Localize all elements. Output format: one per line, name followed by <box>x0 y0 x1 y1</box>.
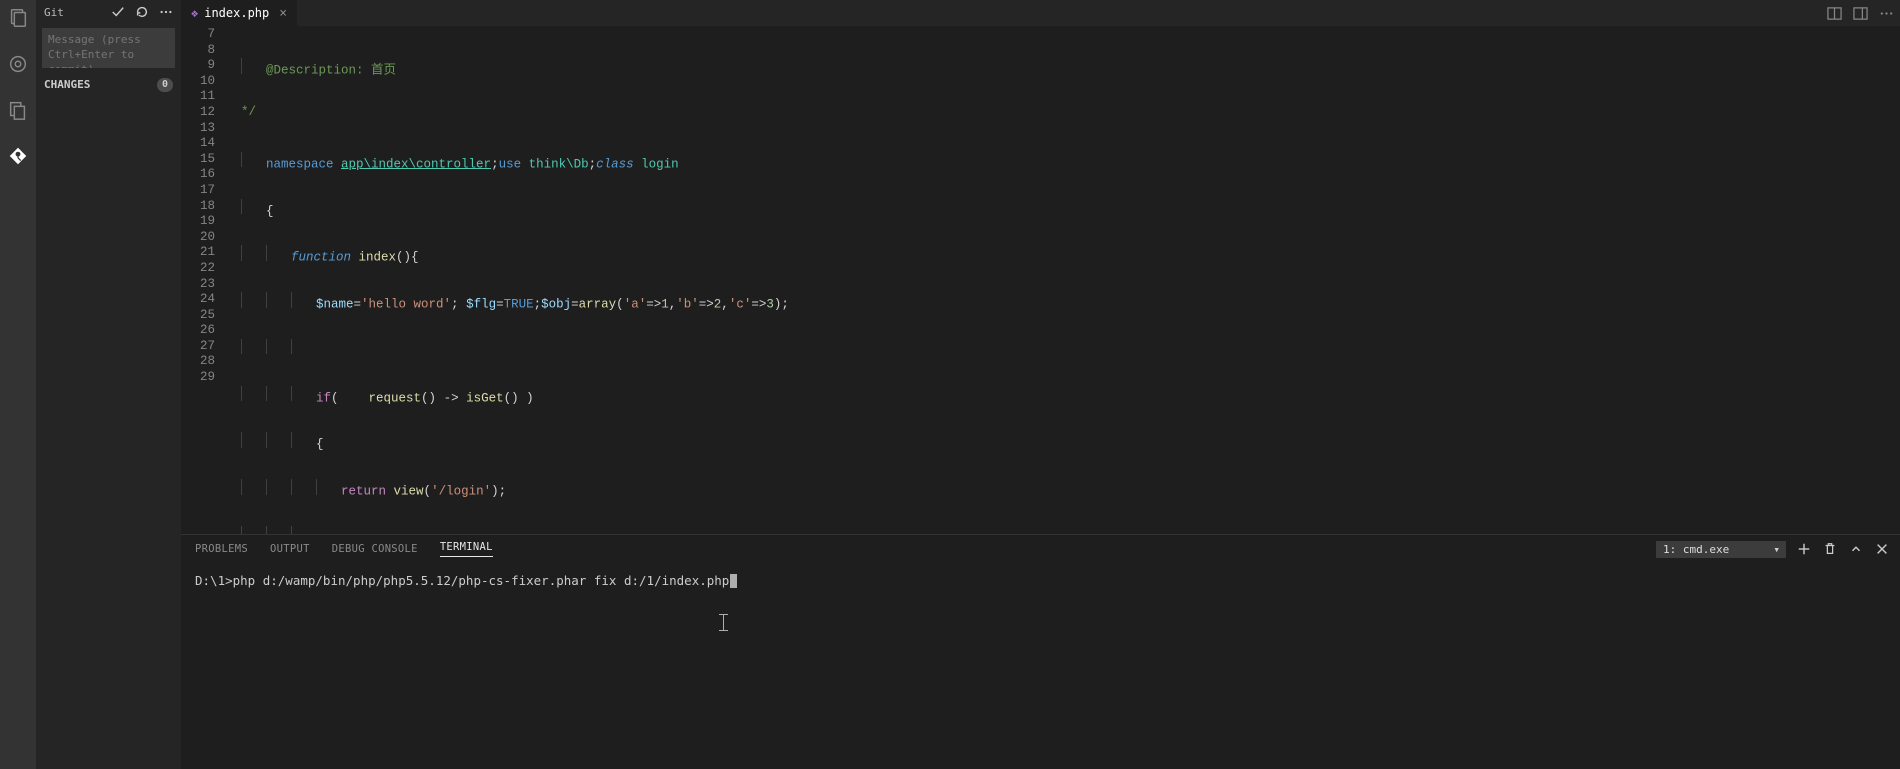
code-content[interactable]: @Description: 首页 */ namespace app\index\… <box>229 26 1900 534</box>
sidebar-header: Git <box>36 0 181 24</box>
tab-terminal[interactable]: TERMINAL <box>440 541 493 557</box>
tab-actions <box>1826 0 1894 26</box>
check-icon[interactable] <box>111 5 125 19</box>
changes-label: CHANGES <box>44 78 90 91</box>
terminal-line: D:\1>php d:/wamp/bin/php/php5.5.12/php-c… <box>195 573 729 588</box>
refresh-icon[interactable] <box>135 5 149 19</box>
line-number: 7 <box>181 27 215 43</box>
layout-icon[interactable] <box>1852 5 1868 21</box>
split-icon[interactable] <box>1826 5 1842 21</box>
more-icon[interactable] <box>159 5 173 19</box>
terminal-select[interactable]: 1: cmd.exe <box>1656 541 1786 558</box>
sidebar-title: Git <box>44 6 64 19</box>
bottom-panel: PROBLEMS OUTPUT DEBUG CONSOLE TERMINAL 1… <box>181 534 1900 769</box>
editor-tabs: ❖ index.php × <box>181 0 1900 26</box>
close-panel-icon[interactable] <box>1874 541 1890 557</box>
terminal-body[interactable]: D:\1>php d:/wamp/bin/php/php5.5.12/php-c… <box>181 563 1900 769</box>
tab-debug-console[interactable]: DEBUG CONSOLE <box>332 543 418 555</box>
maximize-icon[interactable] <box>1848 541 1864 557</box>
php-icon: ❖ <box>191 6 198 20</box>
terminal-cursor <box>730 574 737 588</box>
text-caret-icon <box>723 615 724 630</box>
changes-count-badge: 0 <box>157 78 173 92</box>
code-editor[interactable]: 7 8 9 10 11 12 13 14 15 16 17 18 19 20 2… <box>181 26 1900 534</box>
commit-message-input[interactable] <box>42 28 175 68</box>
trash-icon[interactable] <box>1822 541 1838 557</box>
files-icon[interactable] <box>6 6 30 30</box>
line-gutter: 7 8 9 10 11 12 13 14 15 16 17 18 19 20 2… <box>181 26 229 534</box>
more-tab-icon[interactable] <box>1878 5 1894 21</box>
tab-output[interactable]: OUTPUT <box>270 543 310 555</box>
tab-filename: index.php <box>204 6 269 20</box>
extensions-icon[interactable] <box>6 52 30 76</box>
main-area: ❖ index.php × 7 8 9 10 11 12 13 14 15 16… <box>181 0 1900 769</box>
panel-tabs: PROBLEMS OUTPUT DEBUG CONSOLE TERMINAL 1… <box>181 535 1900 563</box>
plus-icon[interactable] <box>1796 541 1812 557</box>
scm-icon[interactable] <box>6 144 30 168</box>
sidebar-scm: Git CHANGES 0 <box>36 0 181 769</box>
tab-problems[interactable]: PROBLEMS <box>195 543 248 555</box>
tab-index-php[interactable]: ❖ index.php × <box>181 0 298 26</box>
changes-section[interactable]: CHANGES 0 <box>36 74 181 96</box>
close-icon[interactable]: × <box>279 6 287 21</box>
files2-icon[interactable] <box>6 98 30 122</box>
activity-bar <box>0 0 36 769</box>
